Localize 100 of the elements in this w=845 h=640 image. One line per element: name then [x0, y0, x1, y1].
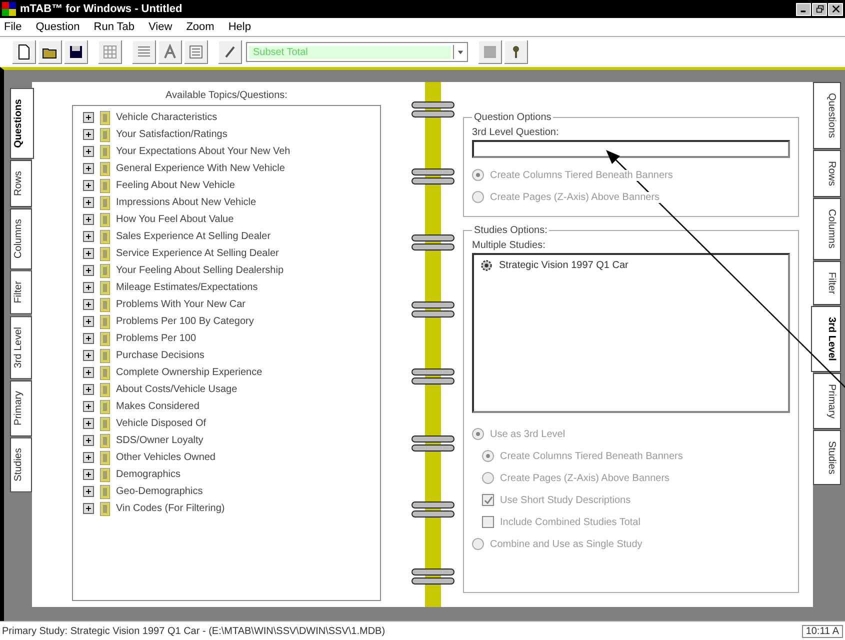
new-button[interactable] [12, 40, 36, 64]
menu-item[interactable]: Help [228, 21, 251, 33]
option-label: Combine and Use as Single Study [490, 538, 642, 550]
restore-icon [816, 5, 824, 13]
tab[interactable]: Columns [10, 208, 32, 270]
menu-item[interactable]: View [148, 21, 172, 33]
topic-item[interactable]: Impressions About New Vehicle [83, 194, 370, 211]
chart-button[interactable] [158, 40, 182, 64]
expand-icon[interactable] [83, 282, 94, 293]
expand-icon[interactable] [83, 486, 94, 497]
expand-icon[interactable] [83, 231, 94, 242]
tab[interactable]: Studies [10, 437, 32, 493]
expand-icon[interactable] [83, 299, 94, 310]
expand-icon[interactable] [83, 401, 94, 412]
expand-icon[interactable] [83, 197, 94, 208]
table-button[interactable] [478, 40, 502, 64]
expand-icon[interactable] [83, 316, 94, 327]
expand-icon[interactable] [83, 333, 94, 344]
topic-item[interactable]: Your Expectations About Your New Veh [83, 143, 370, 160]
tab[interactable]: Questions [813, 82, 841, 150]
topic-item[interactable]: Vehicle Characteristics [83, 109, 370, 126]
expand-icon[interactable] [83, 503, 94, 514]
input-field[interactable] [472, 140, 790, 158]
topic-item[interactable]: Geo-Demographics [83, 483, 370, 500]
topic-item[interactable]: Complete Ownership Experience [83, 364, 370, 381]
expand-icon[interactable] [83, 435, 94, 446]
pencil-button[interactable] [218, 40, 242, 64]
expand-icon[interactable] [83, 367, 94, 378]
tab[interactable]: Questions [10, 88, 34, 159]
restore-button[interactable] [812, 2, 827, 16]
expand-icon[interactable] [83, 469, 94, 480]
topic-item[interactable]: Makes Considered [83, 398, 370, 415]
expand-icon[interactable] [83, 248, 94, 259]
menu-item[interactable]: File [4, 21, 22, 33]
tab[interactable]: Primary [10, 380, 32, 436]
topic-item[interactable]: Purchase Decisions [83, 347, 370, 364]
tab[interactable]: 3rd Level [10, 316, 32, 379]
expand-icon[interactable] [83, 214, 94, 225]
topic-item[interactable]: How You Feel About Value [83, 211, 370, 228]
question-icon [100, 298, 110, 312]
tab[interactable]: Columns [813, 198, 841, 260]
question-icon [100, 484, 110, 498]
topic-item[interactable]: Vin Codes (For Filtering) [83, 500, 370, 517]
close-button[interactable] [828, 2, 843, 16]
expand-icon[interactable] [83, 129, 94, 140]
tab[interactable]: Rows [10, 160, 32, 207]
tab[interactable]: Primary [813, 372, 841, 430]
tab[interactable]: Studies [813, 430, 841, 486]
question-icon [100, 382, 110, 396]
study-item[interactable]: Strategic Vision 1997 Q1 Car [480, 259, 782, 272]
question-icon [100, 280, 110, 294]
binder-ring [411, 366, 455, 387]
topic-item[interactable]: Other Vehicles Owned [83, 449, 370, 466]
topic-item[interactable]: SDS/Owner Loyalty [83, 432, 370, 449]
topic-item[interactable]: Sales Experience At Selling Dealer [83, 228, 370, 245]
topic-item[interactable]: Demographics [83, 466, 370, 483]
expand-icon[interactable] [83, 146, 94, 157]
list-button[interactable] [184, 40, 208, 64]
rows-button[interactable] [132, 40, 156, 64]
topic-item[interactable]: Your Feeling About Selling Dealership [83, 262, 370, 279]
open-button[interactable] [38, 40, 62, 64]
save-button[interactable] [64, 40, 88, 64]
expand-icon[interactable] [83, 350, 94, 361]
grid-button[interactable] [98, 40, 122, 64]
question-icon [100, 144, 110, 158]
topic-item[interactable]: General Experience With New Vehicle [83, 160, 370, 177]
window-title: mTAB™ for Windows - Untitled [20, 3, 184, 15]
question-icon [100, 332, 110, 346]
topic-item[interactable]: About Costs/Vehicle Usage [83, 381, 370, 398]
tab[interactable]: 3rd Level [811, 306, 841, 372]
topic-item[interactable]: Your Satisfaction/Ratings [83, 126, 370, 143]
menu-item[interactable]: Zoom [186, 21, 214, 33]
question-icon [100, 434, 110, 448]
help-button[interactable] [504, 40, 528, 64]
tab[interactable]: Filter [813, 260, 841, 305]
expand-icon[interactable] [83, 418, 94, 429]
topic-item[interactable]: Mileage Estimates/Expectations [83, 279, 370, 296]
expand-icon[interactable] [83, 112, 94, 123]
topic-item[interactable]: Problems With Your New Car [83, 296, 370, 313]
expand-icon[interactable] [83, 384, 94, 395]
tab[interactable]: Filter [10, 270, 32, 315]
topic-item[interactable]: Problems Per 100 By Category [83, 313, 370, 330]
tab[interactable]: Rows [813, 150, 841, 198]
topic-item[interactable]: Problems Per 100 [83, 330, 370, 347]
subset-value: Subset Total [249, 46, 451, 58]
menu-item[interactable]: Question [36, 21, 80, 33]
topic-item[interactable]: Vehicle Disposed Of [83, 415, 370, 432]
expand-icon[interactable] [83, 452, 94, 463]
gear-icon [480, 259, 493, 272]
topic-item[interactable]: Service Experience At Selling Dealer [83, 245, 370, 262]
option-label: Include Combined Studies Total [500, 516, 640, 528]
question-icon [100, 212, 110, 226]
menu-item[interactable]: Run Tab [94, 21, 135, 33]
minimize-button[interactable] [796, 2, 811, 16]
topic-item[interactable]: Feeling About New Vehicle [83, 177, 370, 194]
expand-icon[interactable] [83, 265, 94, 276]
question-icon [100, 502, 110, 516]
expand-icon[interactable] [83, 180, 94, 191]
question-icon [100, 128, 110, 142]
expand-icon[interactable] [83, 163, 94, 174]
